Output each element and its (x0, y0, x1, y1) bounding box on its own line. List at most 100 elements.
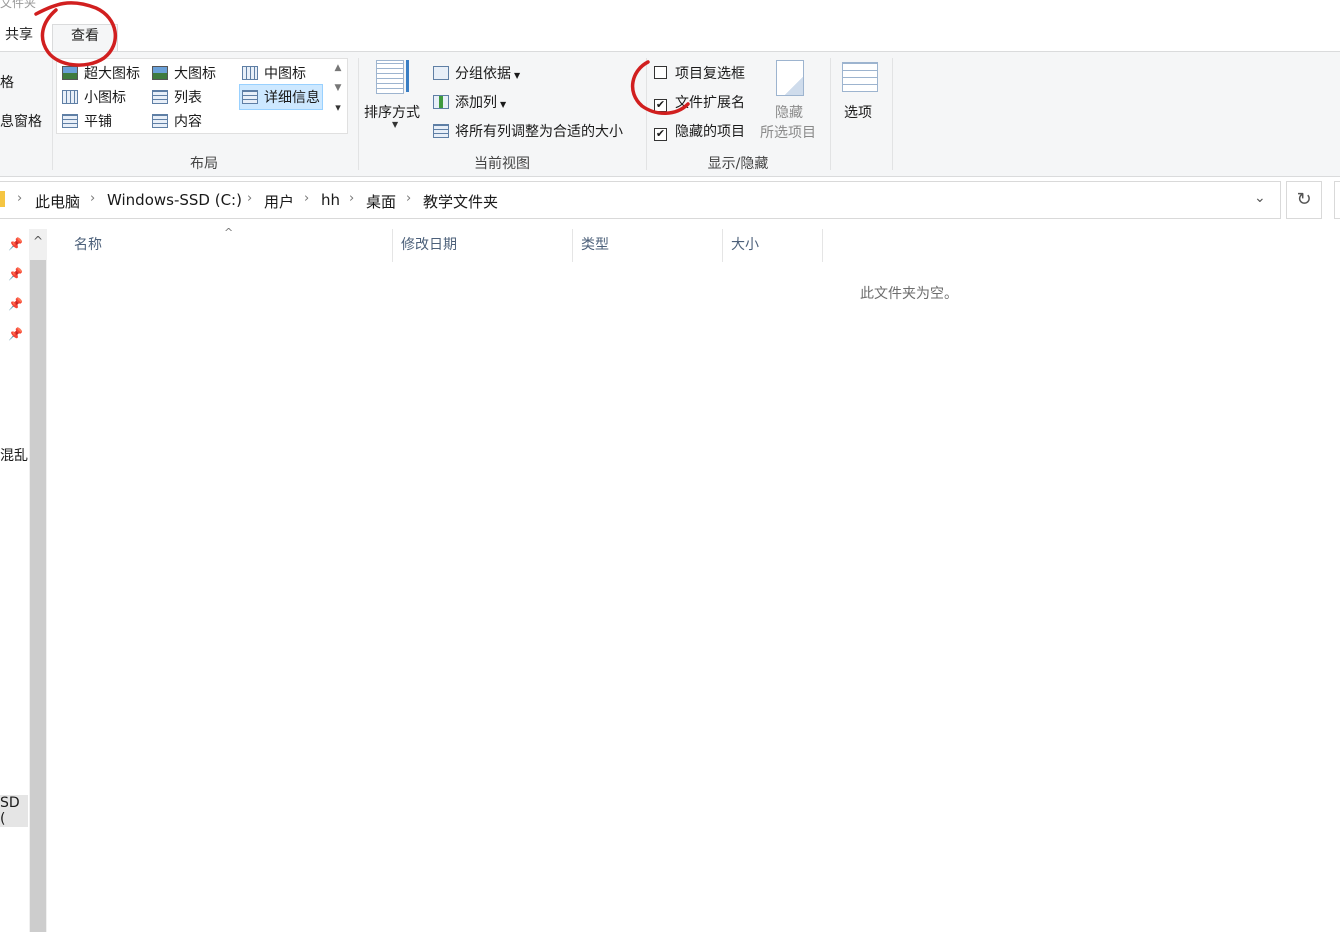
breadcrumb-separator-icon[interactable]: › (406, 191, 411, 206)
item-checkboxes-toggle[interactable]: 项目复选框 (654, 63, 745, 83)
content-label: 内容 (174, 114, 202, 130)
sort-ascending-icon: ^ (224, 226, 234, 239)
column-type-label: 类型 (581, 237, 609, 253)
hide-selected-icon (776, 60, 804, 96)
current-view-group-label: 当前视图 (474, 156, 530, 172)
file-extensions-checkbox[interactable]: ✔ (654, 99, 667, 112)
extra-large-icons-label: 超大图标 (84, 66, 140, 82)
address-history-chevron-down-icon[interactable]: ⌄ (1254, 190, 1266, 206)
medium-icons-option[interactable]: 中图标 (242, 63, 306, 83)
breadcrumb-this-pc[interactable]: 此电脑 (35, 191, 80, 212)
sort-by-button[interactable]: 排序方式 ▼ (364, 58, 420, 129)
breadcrumb-separator-icon[interactable]: › (17, 191, 22, 206)
options-button[interactable]: 选项 (836, 58, 884, 128)
sort-by-label: 排序方式 (364, 105, 420, 121)
file-extensions-label: 文件扩展名 (675, 95, 745, 111)
add-columns-label: 添加列 (455, 95, 497, 111)
size-all-columns-label: 将所有列调整为合适的大小 (455, 124, 623, 140)
tiles-option[interactable]: 平铺 (62, 111, 112, 131)
breadcrumb-drive[interactable]: Windows-SSD (C:) (107, 191, 242, 209)
pin-icon[interactable]: 📌 (8, 237, 23, 251)
add-columns-button[interactable]: 添加列 ▼ (433, 92, 506, 112)
nav-item-drive[interactable]: SD ( (0, 795, 28, 827)
sort-arrow-icon (406, 60, 409, 92)
file-extensions-toggle[interactable]: ✔ 文件扩展名 (654, 92, 745, 112)
tab-share[interactable]: 共享 (5, 24, 33, 50)
size-all-columns-button[interactable]: 将所有列调整为合适的大小 (433, 121, 623, 141)
options-icon (842, 62, 878, 92)
group-separator (52, 58, 53, 170)
item-checkboxes-checkbox[interactable] (654, 66, 667, 79)
add-columns-icon (433, 95, 449, 109)
folder-icon (0, 191, 5, 207)
options-label: 选项 (844, 105, 872, 121)
gallery-up-arrow-icon[interactable]: ▲ (331, 58, 345, 78)
sort-dropdown-icon: ▼ (392, 120, 399, 129)
hidden-items-checkbox[interactable]: ✔ (654, 128, 667, 141)
group-separator (892, 58, 893, 170)
window-title-fragment: 文件夹 (0, 0, 37, 10)
tiles-icon (62, 114, 78, 128)
column-header-type[interactable]: 类型 (573, 229, 723, 262)
refresh-icon[interactable]: ↻ (1286, 181, 1322, 219)
details-icon (242, 90, 258, 104)
small-icons-icon (62, 90, 78, 104)
large-icons-icon (152, 66, 168, 80)
size-columns-icon (433, 124, 449, 138)
content-icon (152, 114, 168, 128)
group-by-label: 分组依据 (455, 66, 511, 82)
column-size-label: 大小 (731, 237, 759, 253)
details-label: 详细信息 (264, 90, 320, 106)
large-icons-label: 大图标 (174, 66, 216, 82)
extra-large-icons-option[interactable]: 超大图标 (62, 63, 140, 83)
layout-gallery-scroller: ▲ ▼ ▾ (331, 58, 347, 132)
nav-scroll-up-icon[interactable]: ^ (29, 229, 47, 253)
gallery-down-arrow-icon[interactable]: ▼ (331, 78, 345, 98)
ribbon: 格 息窗格 超大图标 大图标 中图标 小图标 列表 详细信息 平铺 内容 ▲ ▼… (0, 51, 1340, 177)
list-label: 列表 (174, 90, 202, 106)
nav-item[interactable]: 混乱 (0, 445, 28, 465)
tab-strip: 文件夹 共享 查看 (0, 0, 1340, 52)
breadcrumb-separator-icon[interactable]: › (90, 191, 95, 206)
small-icons-option[interactable]: 小图标 (62, 87, 126, 107)
pin-icon[interactable]: 📌 (8, 297, 23, 311)
breadcrumb-separator-icon[interactable]: › (247, 191, 252, 206)
breadcrumb-separator-icon[interactable]: › (304, 191, 309, 206)
pin-icon[interactable]: 📌 (8, 267, 23, 281)
details-pane-button[interactable]: 息窗格 (0, 111, 42, 131)
hide-selected-label-line1: 隐藏 (775, 105, 803, 121)
breadcrumb-users[interactable]: 用户 (264, 191, 294, 212)
show-hide-group-label: 显示/隐藏 (707, 156, 769, 172)
breadcrumb-desktop[interactable]: 桌面 (366, 191, 396, 212)
list-icon (152, 90, 168, 104)
add-columns-dropdown-icon: ▼ (500, 100, 507, 109)
group-by-button[interactable]: 分组依据 ▼ (433, 63, 520, 83)
column-name-label: 名称 (74, 237, 102, 253)
gallery-more-icon[interactable]: ▾ (331, 98, 345, 118)
address-bar[interactable]: › 此电脑 › Windows-SSD (C:) › 用户 › hh › 桌面 … (0, 181, 1281, 219)
breadcrumb-separator-icon[interactable]: › (349, 191, 354, 206)
navigation-pane-button[interactable]: 格 (0, 72, 14, 92)
tab-view[interactable]: 查看 (52, 24, 118, 52)
hidden-items-label: 隐藏的项目 (675, 124, 745, 140)
nav-scrollbar-thumb[interactable] (30, 260, 46, 932)
empty-folder-message: 此文件夹为空。 (860, 286, 958, 302)
tiles-label: 平铺 (84, 114, 112, 130)
layout-group-label: 布局 (190, 156, 218, 172)
search-box[interactable] (1334, 181, 1340, 219)
hide-selected-items-button[interactable]: 隐藏 所选项目 (758, 58, 824, 142)
details-option[interactable]: 详细信息 (239, 84, 323, 110)
pin-icon[interactable]: 📌 (8, 327, 23, 341)
content-option[interactable]: 内容 (152, 111, 202, 131)
large-icons-option[interactable]: 大图标 (152, 63, 216, 83)
group-separator (830, 58, 831, 170)
column-header-date-modified[interactable]: 修改日期 (393, 229, 573, 262)
hidden-items-toggle[interactable]: ✔ 隐藏的项目 (654, 121, 745, 141)
list-option[interactable]: 列表 (152, 87, 202, 107)
breadcrumb-user[interactable]: hh (321, 191, 340, 209)
group-by-icon (433, 66, 449, 80)
column-header-size[interactable]: 大小 (723, 229, 823, 262)
item-checkboxes-label: 项目复选框 (675, 66, 745, 82)
breadcrumb-current-folder[interactable]: 教学文件夹 (423, 191, 498, 212)
group-by-dropdown-icon: ▼ (514, 71, 521, 80)
